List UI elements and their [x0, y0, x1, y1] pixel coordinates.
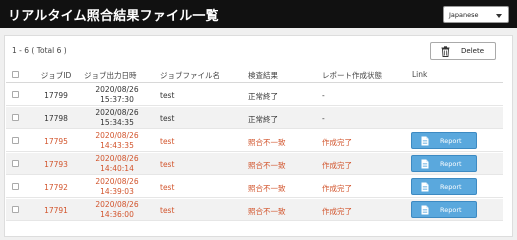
chevron-down-icon: [496, 14, 502, 18]
table-row[interactable]: 17791 2020/08/26 14:36:00 test 照合不一致 作成完了…: [6, 199, 503, 221]
job-id: 17799: [44, 91, 68, 100]
report-status: 作成完了: [322, 207, 352, 216]
output-date: 2020/08/26: [95, 177, 139, 186]
job-id: 17795: [44, 137, 68, 146]
row-checkbox[interactable]: [12, 114, 19, 121]
report-status: 作成完了: [322, 184, 352, 193]
table-header: ジョブID ジョブ出力日時 ジョブファイル名 検査結果 レポート作成状態 Lin…: [6, 66, 503, 83]
output-time: 14:40:14: [100, 164, 134, 173]
output-time: 14:43:35: [100, 141, 134, 150]
table-row[interactable]: 17795 2020/08/26 14:43:35 test 照合不一致 作成完了…: [6, 130, 503, 152]
output-date: 2020/08/26: [95, 131, 139, 140]
report-button-label: Report: [440, 183, 462, 191]
row-checkbox[interactable]: [12, 183, 19, 190]
output-datetime: 2020/08/26 14:40:14: [84, 154, 150, 174]
document-icon: [421, 159, 429, 169]
output-date: 2020/08/26: [95, 154, 139, 163]
file-name: test: [160, 160, 175, 169]
report-status: 作成完了: [322, 161, 352, 170]
file-name: test: [160, 183, 175, 192]
report-button[interactable]: Report: [411, 132, 477, 149]
report-button[interactable]: Report: [411, 201, 477, 218]
row-checkbox[interactable]: [12, 206, 19, 213]
inspection-result: 正常終了: [248, 115, 278, 124]
report-status: 作成完了: [322, 138, 352, 147]
file-name: test: [160, 206, 175, 215]
report-button-label: Report: [440, 137, 462, 145]
delete-button-label: Delete: [461, 47, 484, 55]
page-title: リアルタイム照合結果ファイル一覧: [8, 9, 219, 24]
column-header-file-name: ジョブファイル名: [160, 71, 220, 80]
table-row[interactable]: 17792 2020/08/26 14:39:03 test 照合不一致 作成完了…: [6, 176, 503, 198]
report-button-label: Report: [440, 206, 462, 214]
row-checkbox[interactable]: [12, 91, 19, 98]
job-id: 17793: [44, 160, 68, 169]
row-checkbox[interactable]: [12, 160, 19, 167]
inspection-result: 照合不一致: [248, 184, 286, 193]
output-datetime: 2020/08/26 14:39:03: [84, 177, 150, 197]
table-row[interactable]: 17793 2020/08/26 14:40:14 test 照合不一致 作成完了…: [6, 153, 503, 175]
output-time: 15:34:35: [100, 118, 134, 127]
file-name: test: [160, 137, 175, 146]
job-id: 17792: [44, 183, 68, 192]
row-checkbox[interactable]: [12, 137, 19, 144]
inspection-result: 正常終了: [248, 92, 278, 101]
language-select[interactable]: Japanese: [443, 6, 509, 23]
delete-button[interactable]: Delete: [430, 42, 496, 60]
output-time: 14:39:03: [100, 187, 134, 196]
output-date: 2020/08/26: [95, 85, 139, 94]
output-datetime: 2020/08/26 14:36:00: [84, 200, 150, 220]
inspection-result: 照合不一致: [248, 138, 286, 147]
trash-icon: [441, 46, 450, 57]
column-header-output-datetime: ジョブ出力日時: [84, 71, 137, 80]
output-time: 14:36:00: [100, 210, 134, 219]
report-status: -: [322, 114, 325, 123]
report-button[interactable]: Report: [411, 155, 477, 172]
document-icon: [421, 136, 429, 146]
document-icon: [421, 182, 429, 192]
language-select-value: Japanese: [449, 11, 479, 19]
report-status: -: [322, 91, 325, 100]
report-button[interactable]: Report: [411, 178, 477, 195]
column-header-link: Link: [412, 70, 428, 79]
file-name: test: [160, 91, 175, 100]
job-id: 17791: [44, 206, 68, 215]
output-datetime: 2020/08/26 14:43:35: [84, 131, 150, 151]
table-row[interactable]: 17799 2020/08/26 15:37:30 test 正常終了 -: [6, 84, 503, 106]
inspection-result: 照合不一致: [248, 207, 286, 216]
job-id: 17798: [44, 114, 68, 123]
table-row[interactable]: 17798 2020/08/26 15:34:35 test 正常終了 -: [6, 107, 503, 129]
inspection-result: 照合不一致: [248, 161, 286, 170]
pagination-count: 1 - 6 ( Total 6 ): [12, 46, 67, 55]
output-date: 2020/08/26: [95, 200, 139, 209]
output-time: 15:37:30: [100, 95, 134, 104]
column-header-result: 検査結果: [248, 71, 278, 80]
output-datetime: 2020/08/26 15:37:30: [84, 85, 150, 105]
app-header: リアルタイム照合結果ファイル一覧 Japanese: [0, 0, 517, 28]
document-icon: [421, 205, 429, 215]
output-datetime: 2020/08/26 15:34:35: [84, 108, 150, 128]
report-button-label: Report: [440, 160, 462, 168]
output-date: 2020/08/26: [95, 108, 139, 117]
column-header-job-id: ジョブID: [40, 71, 72, 80]
select-all-checkbox[interactable]: [12, 71, 19, 78]
file-name: test: [160, 114, 175, 123]
column-header-report-status: レポート作成状態: [322, 71, 382, 80]
